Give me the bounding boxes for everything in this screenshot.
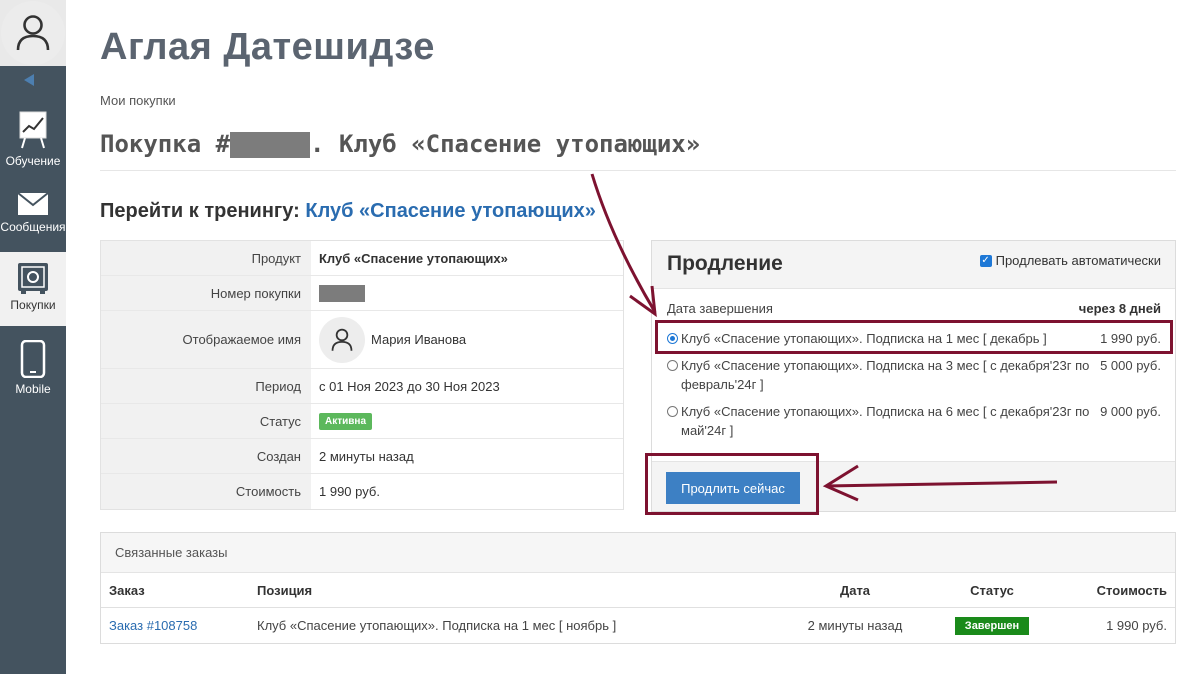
annotation-arrow-option <box>590 173 657 313</box>
annotation-arrow-button <box>825 480 1058 488</box>
annotation-arrows <box>590 173 1058 502</box>
annotation-arrowhead-button <box>822 464 859 502</box>
